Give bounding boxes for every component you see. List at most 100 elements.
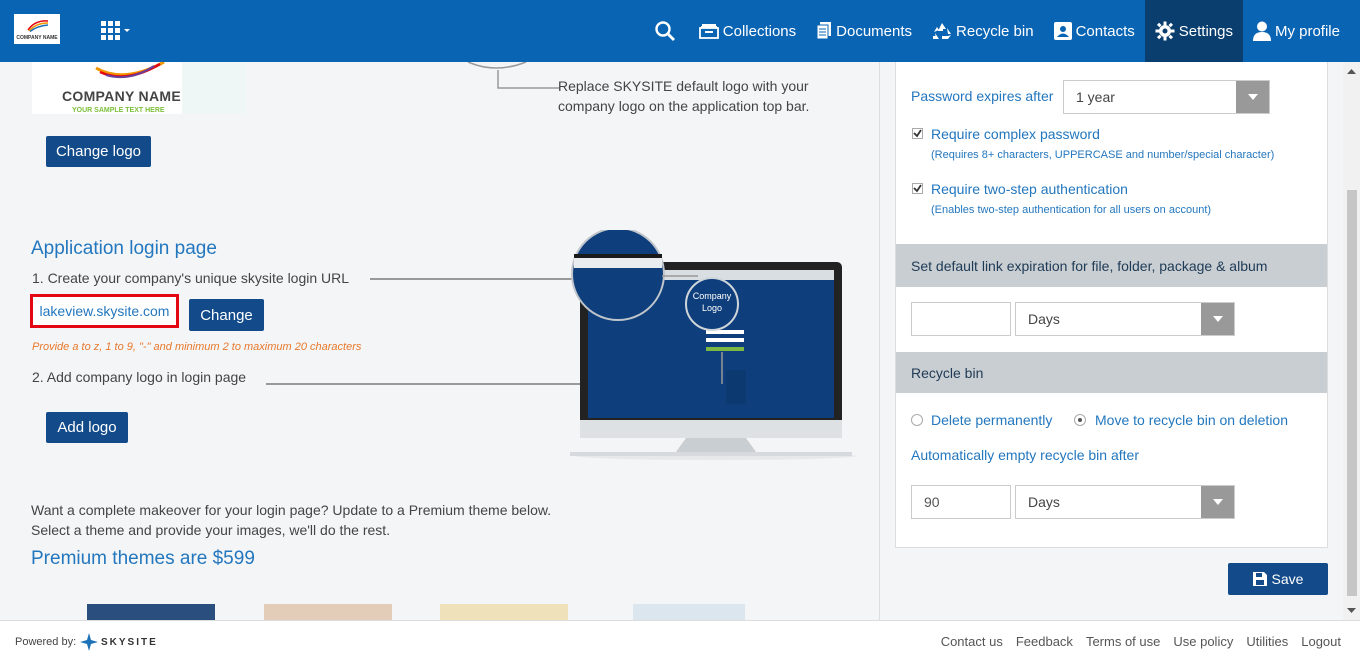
- theme-thumbnail-1[interactable]: [87, 604, 215, 620]
- settings-panel: Password expires after 1 year Require co…: [895, 62, 1328, 548]
- add-logo-button[interactable]: Add logo: [46, 412, 128, 443]
- contacts-icon: [1053, 22, 1072, 40]
- gear-icon: [1155, 21, 1175, 41]
- auto-empty-unit-value: Days: [1028, 494, 1060, 510]
- link-expiration-input[interactable]: [911, 302, 1011, 336]
- footer-link-use-policy[interactable]: Use policy: [1173, 634, 1233, 649]
- monitor-illustration: [570, 227, 856, 460]
- footer-link-terms[interactable]: Terms of use: [1086, 634, 1160, 649]
- chevron-down-icon: [1201, 303, 1234, 335]
- url-hint: Provide a to z, 1 to 9, "-" and minimum …: [32, 341, 362, 353]
- scrollbar-thumb[interactable]: [1347, 190, 1357, 596]
- link-expiration-header: Set default link expiration for file, fo…: [896, 244, 1327, 287]
- premium-line-1: Want a complete makeover for your login …: [31, 502, 552, 518]
- two-step-hint: (Enables two-step authentication for all…: [931, 204, 1212, 216]
- password-expires-value: 1 year: [1076, 89, 1115, 105]
- auto-empty-input[interactable]: 90: [911, 485, 1011, 519]
- auto-empty-unit-select[interactable]: Days: [1015, 485, 1235, 519]
- scroll-up-icon[interactable]: [1343, 66, 1360, 76]
- password-expires-label: Password expires after: [911, 88, 1054, 104]
- nav-settings[interactable]: Settings: [1144, 0, 1243, 62]
- nav-contacts[interactable]: Contacts: [1044, 0, 1145, 62]
- top-nav: Collections Documents Recycle bin Contac…: [646, 0, 1360, 62]
- nav-my-profile[interactable]: My profile: [1243, 0, 1360, 62]
- delete-permanently-radio[interactable]: [911, 414, 923, 426]
- nav-recycle-bin-label: Recycle bin: [956, 22, 1034, 40]
- user-icon: [1252, 21, 1271, 41]
- logo-swoosh-icon: [27, 20, 49, 32]
- company-name: COMPANY NAME: [62, 88, 181, 104]
- link-expiration-unit-select[interactable]: Days: [1015, 302, 1235, 336]
- replace-logo-text: Replace SKYSITE default logo with your c…: [558, 78, 810, 114]
- logo-text: COMPANY NAME: [16, 35, 58, 41]
- collections-icon: [698, 24, 719, 39]
- nav-collections[interactable]: Collections: [689, 0, 806, 62]
- footer-link-contact-us[interactable]: Contact us: [941, 634, 1003, 649]
- skysite-brand-text: SKYSITE: [101, 636, 158, 648]
- skysite-brand[interactable]: SKYSITE: [80, 633, 158, 651]
- login-step-2: 2. Add company logo in login page: [32, 369, 247, 385]
- move-to-recycle-label: Move to recycle bin on deletion: [1095, 412, 1288, 428]
- footer-link-feedback[interactable]: Feedback: [1016, 634, 1073, 649]
- search-button[interactable]: [646, 0, 689, 62]
- floppy-icon: [1252, 572, 1267, 586]
- two-step-label: Require two-step authentication: [931, 181, 1128, 197]
- recycle-bin-header: Recycle bin: [896, 352, 1327, 393]
- login-step-1: 1. Create your company's unique skysite …: [32, 270, 350, 286]
- monitor-label-line-1: Company: [692, 291, 732, 301]
- save-button[interactable]: Save: [1228, 563, 1328, 595]
- two-step-checkbox[interactable]: [912, 183, 923, 194]
- logo-arc-icon: [95, 62, 165, 79]
- login-url-link[interactable]: lakeview.skysite.com: [30, 294, 179, 328]
- nav-documents[interactable]: Documents: [806, 0, 922, 62]
- nav-settings-label: Settings: [1178, 22, 1233, 40]
- skysite-logo-icon: [80, 633, 98, 651]
- apps-grid-icon[interactable]: [101, 21, 131, 41]
- save-label: Save: [1271, 571, 1304, 587]
- theme-thumbnail-2[interactable]: [264, 604, 392, 620]
- footer-link-utilities[interactable]: Utilities: [1246, 634, 1288, 649]
- theme-thumbnail-3[interactable]: [440, 604, 568, 620]
- callout-line: [467, 62, 560, 89]
- login-page-title: Application login page: [31, 238, 217, 259]
- footer-links: Contact us Feedback Terms of use Use pol…: [941, 634, 1341, 649]
- main-content: COMPANY NAME YOUR SAMPLE TEXT HERE Repla…: [16, 62, 880, 620]
- search-icon: [655, 21, 675, 41]
- auto-empty-label: Automatically empty recycle bin after: [911, 447, 1139, 463]
- nav-documents-label: Documents: [836, 22, 913, 40]
- move-to-recycle-radio[interactable]: [1074, 414, 1086, 426]
- complex-password-checkbox[interactable]: [912, 128, 923, 139]
- company-logo-preview: COMPANY NAME YOUR SAMPLE TEXT HERE: [32, 62, 246, 114]
- checkmark-icon: [913, 184, 922, 193]
- premium-line-2: Select a theme and provide your images, …: [31, 522, 391, 538]
- top-bar: COMPANY NAME Collections Documents Recyc…: [0, 0, 1360, 62]
- footer-link-logout[interactable]: Logout: [1301, 634, 1341, 649]
- delete-permanently-label: Delete permanently: [931, 412, 1053, 428]
- chevron-down-icon: [1201, 486, 1234, 518]
- powered-by-label: Powered by:: [15, 636, 77, 648]
- premium-title: Premium themes are $599: [31, 548, 255, 569]
- theme-thumbnail-4[interactable]: [633, 604, 745, 620]
- step1-connector: [370, 278, 586, 280]
- complex-password-hint: (Requires 8+ characters, UPPERCASE and n…: [931, 149, 1275, 161]
- scroll-down-icon[interactable]: [1343, 606, 1360, 616]
- documents-icon: [816, 22, 832, 40]
- nav-contacts-label: Contacts: [1075, 22, 1135, 40]
- nav-my-profile-label: My profile: [1274, 22, 1340, 40]
- nav-recycle-bin[interactable]: Recycle bin: [922, 0, 1044, 62]
- company-sub-text: YOUR SAMPLE TEXT HERE: [72, 107, 165, 114]
- link-expiration-unit-value: Days: [1028, 311, 1060, 327]
- company-logo[interactable]: COMPANY NAME: [14, 14, 60, 44]
- checkmark-icon: [913, 129, 922, 138]
- recycle-icon: [933, 23, 952, 39]
- footer: Powered by: SKYSITE Contact us Feedback …: [0, 620, 1360, 662]
- monitor-company-logo-label: Company Logo: [690, 290, 734, 314]
- complex-password-label: Require complex password: [931, 126, 1100, 142]
- login-preview-monitor: Company Logo: [566, 227, 866, 462]
- nav-collections-label: Collections: [722, 22, 797, 40]
- password-expires-select[interactable]: 1 year: [1063, 80, 1270, 114]
- monitor-label-line-2: Logo: [701, 303, 723, 313]
- change-logo-button[interactable]: Change logo: [46, 136, 151, 167]
- chevron-down-icon: [1236, 81, 1269, 113]
- change-url-button[interactable]: Change: [189, 299, 264, 331]
